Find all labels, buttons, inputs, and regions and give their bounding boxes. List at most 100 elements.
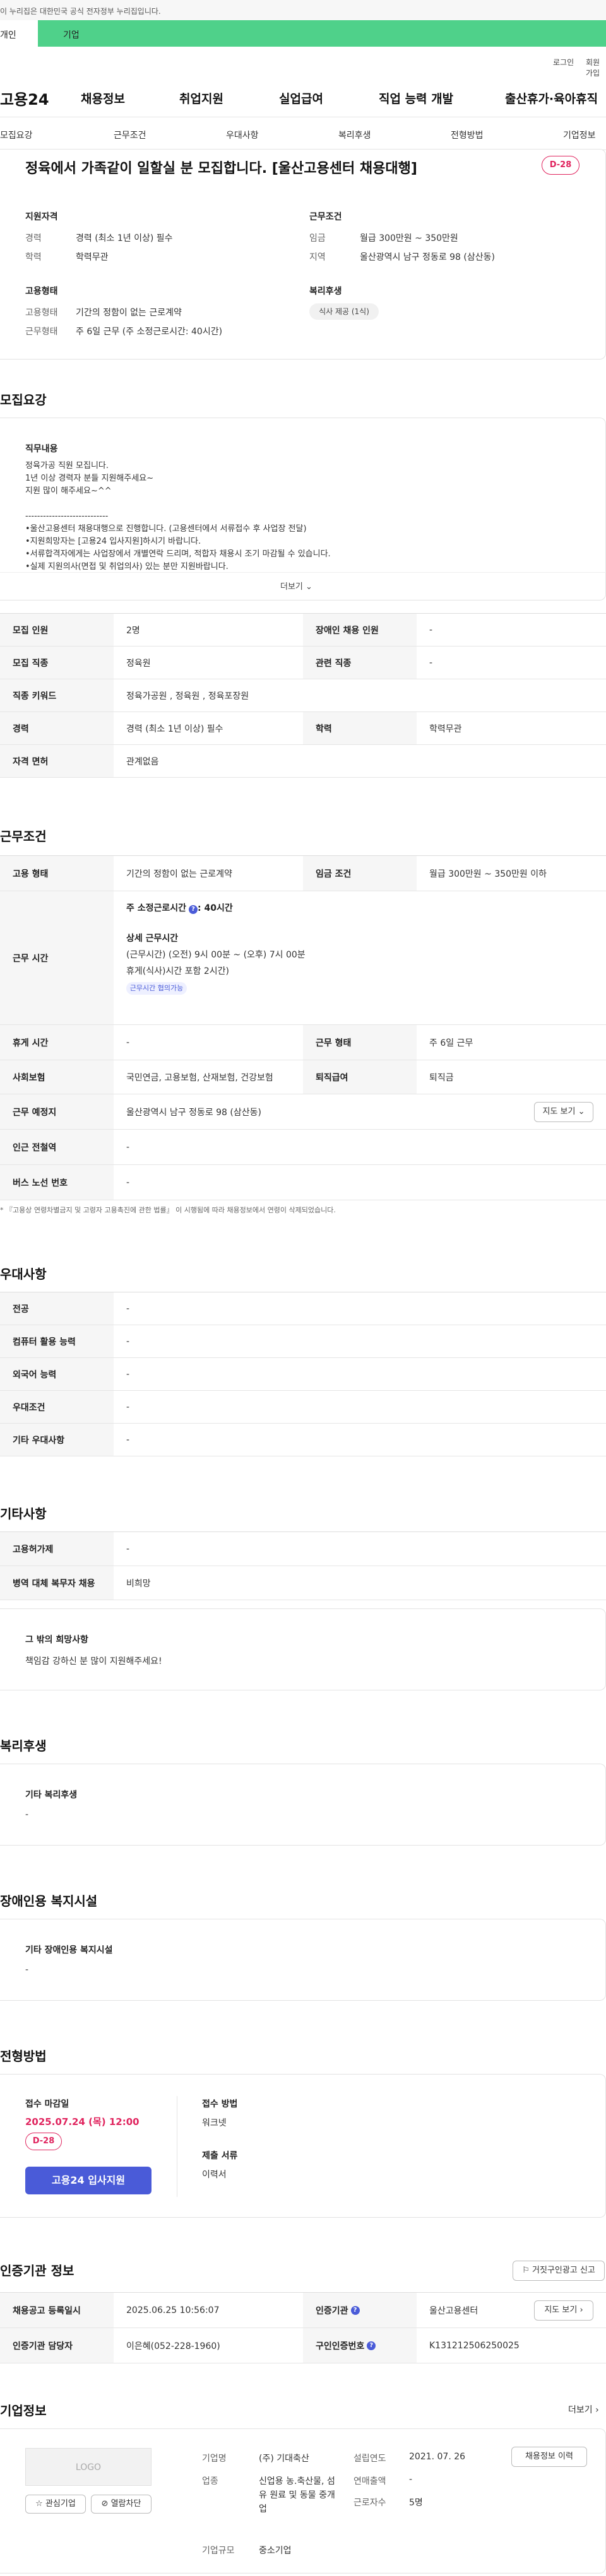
table-cell: - [126, 1142, 130, 1152]
emp-label: 고용형태 [25, 308, 58, 318]
info-value: 중소기업 [259, 2546, 292, 2556]
work-value: 월급 300만원 ~ 350만원 [360, 233, 458, 243]
section-nav: 모집요강 근무조건 우대사항 복리후생 전형방법 기업정보 [0, 117, 606, 150]
table-cell: - [126, 1434, 130, 1445]
table-cell: 울산광역시 남구 정동로 98 (삼산동) [126, 1107, 261, 1118]
tab-company-label: 기업 [63, 30, 80, 40]
welfare-section-title: 복리후생 [0, 1738, 47, 1753]
table-cell: 2025.06.25 10:56:07 [126, 2305, 220, 2315]
gnb-item-unemployment[interactable]: 실업급여 [279, 90, 323, 107]
history-button[interactable]: 채용정보 이력 [511, 2447, 587, 2467]
table-row: 기타 우대사항 - [0, 1424, 606, 1456]
docs-value: 이력서 [202, 2170, 227, 2180]
table-header: 채용공고 등록일시 [0, 2293, 114, 2327]
age-notice: * 『고용상 연령차별금지 및 고령자 고용촉진에 관한 법률』 이 시행됨에 … [0, 1206, 336, 1214]
table-row: 병역 대체 복무자 채용 비희망 [0, 1566, 606, 1600]
report-button[interactable]: ⚐ 거짓구인광고 신고 [513, 2261, 605, 2281]
info-label: 근로자수 [354, 2498, 386, 2508]
wish-title: 그 밖의 희망사항 [25, 1635, 88, 1645]
agency-map-button[interactable]: 지도 보기 › [534, 2300, 593, 2321]
gov-notice-text: 이 누리집은 대한민국 공식 전자정부 누리집입니다. [0, 7, 161, 16]
block-company-button[interactable]: ⊘ 열람차단 [91, 2495, 152, 2514]
job-summary-card: 정육에서 가족같이 일할실 분 모집합니다. [울산고용센터 채용대행] D-2… [0, 149, 606, 360]
gnb-item-training[interactable]: 직업 능력 개발 [379, 90, 453, 107]
info-label: 설립연도 [354, 2454, 386, 2464]
table-row: 고용 형태 기간의 정함이 없는 근로계약 임금 조건 월급 300만원 ~ 3… [0, 856, 606, 891]
divider [0, 572, 606, 573]
company-more-label: 더보기 [568, 2405, 593, 2415]
snb-prefer[interactable]: 우대사항 [226, 129, 259, 141]
block-label: 열람차단 [110, 2499, 141, 2509]
snb-company[interactable]: 기업정보 [563, 129, 596, 141]
map-button[interactable]: 지도 보기 ⌄ [534, 1102, 593, 1122]
gnb-item-jobs[interactable]: 채용정보 [81, 90, 125, 107]
table-header: 휴게 시간 [0, 1025, 114, 1060]
info-value: 2021. 07. 26 [409, 2452, 466, 2462]
table-row: 고용허가제 - [0, 1532, 606, 1566]
login-link[interactable]: 로그인 [553, 57, 574, 67]
work-label: 지역 [309, 252, 326, 262]
snb-conditions[interactable]: 근무조건 [114, 129, 146, 141]
more-button[interactable]: 더보기 ⌄ [280, 580, 312, 592]
gnb-item-employment-support[interactable]: 취업지원 [179, 90, 223, 107]
etc-table: 고용허가제 - 병역 대체 복무자 채용 비희망 [0, 1531, 606, 1600]
duty-card: 직무내용 정육가공 직원 모집니다. 1년 이상 경력자 분들 지원해주세요~ … [0, 418, 606, 600]
map-button-label: 지도 보기 [542, 1107, 576, 1116]
work-title: 근무조건 [309, 212, 342, 222]
company-card: LOGO ☆ 관심기업 ⊘ 열람차단 기업명 (주) 기대축산 업종 신업용 농… [0, 2428, 606, 2573]
snb-welfare[interactable]: 복리후생 [338, 129, 371, 141]
fav-company-button[interactable]: ☆ 관심기업 [25, 2495, 86, 2514]
disabled-card: 기타 장애인용 복지시설 - [0, 1919, 606, 2001]
info-icon[interactable]: ? [189, 905, 198, 914]
detail-hours-title: 상세 근무시간 [126, 934, 179, 944]
wish-text: 책임감 강하신 분 많이 지원해주세요! [25, 1656, 162, 1666]
tab-person[interactable]: 개인 [0, 20, 38, 47]
table-header: 인증기관? [303, 2293, 417, 2327]
dday-badge: D-28 [25, 2133, 62, 2150]
welfare-box-value: - [25, 1810, 29, 1820]
info-value: 신업용 농.축산물, 섬유 원료 및 동물 중개업 [259, 2476, 335, 2514]
prefer-section-title: 우대사항 [0, 1267, 47, 1282]
deadline-value: 2025.07.24 (목) 12:00 [25, 2116, 140, 2128]
snb-process[interactable]: 전형방법 [451, 129, 484, 141]
table-cell: - [126, 1303, 130, 1314]
table-header: 관련 직종 [303, 647, 417, 679]
welfare-chip: 식사 제공 (1식) [309, 303, 379, 320]
info-icon[interactable]: ? [367, 2341, 376, 2350]
conditions-table: 고용 형태 기간의 정함이 없는 근로계약 임금 조건 월급 300만원 ~ 3… [0, 855, 606, 1200]
company-more-link[interactable]: 더보기 › [568, 2403, 599, 2416]
table-cell: 2명 [126, 625, 140, 636]
apply-button[interactable]: 고용24 입사지원 [25, 2167, 152, 2194]
info-icon[interactable]: ? [350, 2305, 360, 2315]
table-row: 채용공고 등록일시 2025.06.25 10:56:07 인증기관? 울산고용… [0, 2293, 606, 2328]
global-nav: 고용24 채용정보 취업지원 실업급여 직업 능력 개발 출산휴가·육아휴직 [0, 74, 606, 117]
table-cell: 주 6일 근무 [429, 1038, 473, 1048]
table-cell: - [126, 1369, 130, 1379]
welfare-card: 기타 복리후생 - [0, 1764, 606, 1846]
table-cell: - [126, 1336, 130, 1347]
chevron-right-icon: › [595, 2405, 599, 2415]
top-tabs: 개인 기업 [0, 20, 606, 47]
process-section-title: 전형방법 [0, 2049, 47, 2064]
chevron-right-icon: › [579, 2305, 583, 2315]
gnb-item-parental-leave[interactable]: 출산휴가·육아휴직 [505, 90, 598, 107]
table-header: 고용 형태 [0, 856, 114, 891]
table-cell: 경력 (최소 1년 이상) 필수 [126, 723, 223, 734]
docs-title: 제출 서류 [202, 2151, 238, 2161]
table-row: 근무 시간 주 소정근로시간?: 40시간 상세 근무시간 (근무시간) (오전… [0, 891, 606, 1025]
block-icon: ⊘ [101, 2499, 109, 2509]
qual-value: 경력 (최소 1년 이상) 필수 [76, 233, 173, 243]
detail-hours-1: (근무시간) (오전) 9시 00분 ~ (오후) 7시 00분 [126, 950, 306, 960]
emp-label: 근무형태 [25, 327, 58, 337]
snb-recruit[interactable]: 모집요강 [0, 129, 33, 141]
tab-company[interactable]: 기업 [38, 20, 606, 47]
table-header: 모집 직종 [0, 647, 114, 679]
util-bar: 로그인 회원가입 [0, 47, 606, 78]
table-header: 컴퓨터 활용 능력 [0, 1325, 114, 1357]
table-cell: 정육가공원 , 정육원 , 정육포장원 [126, 691, 249, 701]
site-logo[interactable]: 고용24 [0, 87, 49, 109]
table-header: 전공 [0, 1292, 114, 1325]
table-row: 모집 인원 2명 장애인 채용 인원 - [0, 614, 606, 647]
qual-label: 경력 [25, 233, 42, 243]
welfare-box-title: 기타 복리후생 [25, 1790, 78, 1800]
